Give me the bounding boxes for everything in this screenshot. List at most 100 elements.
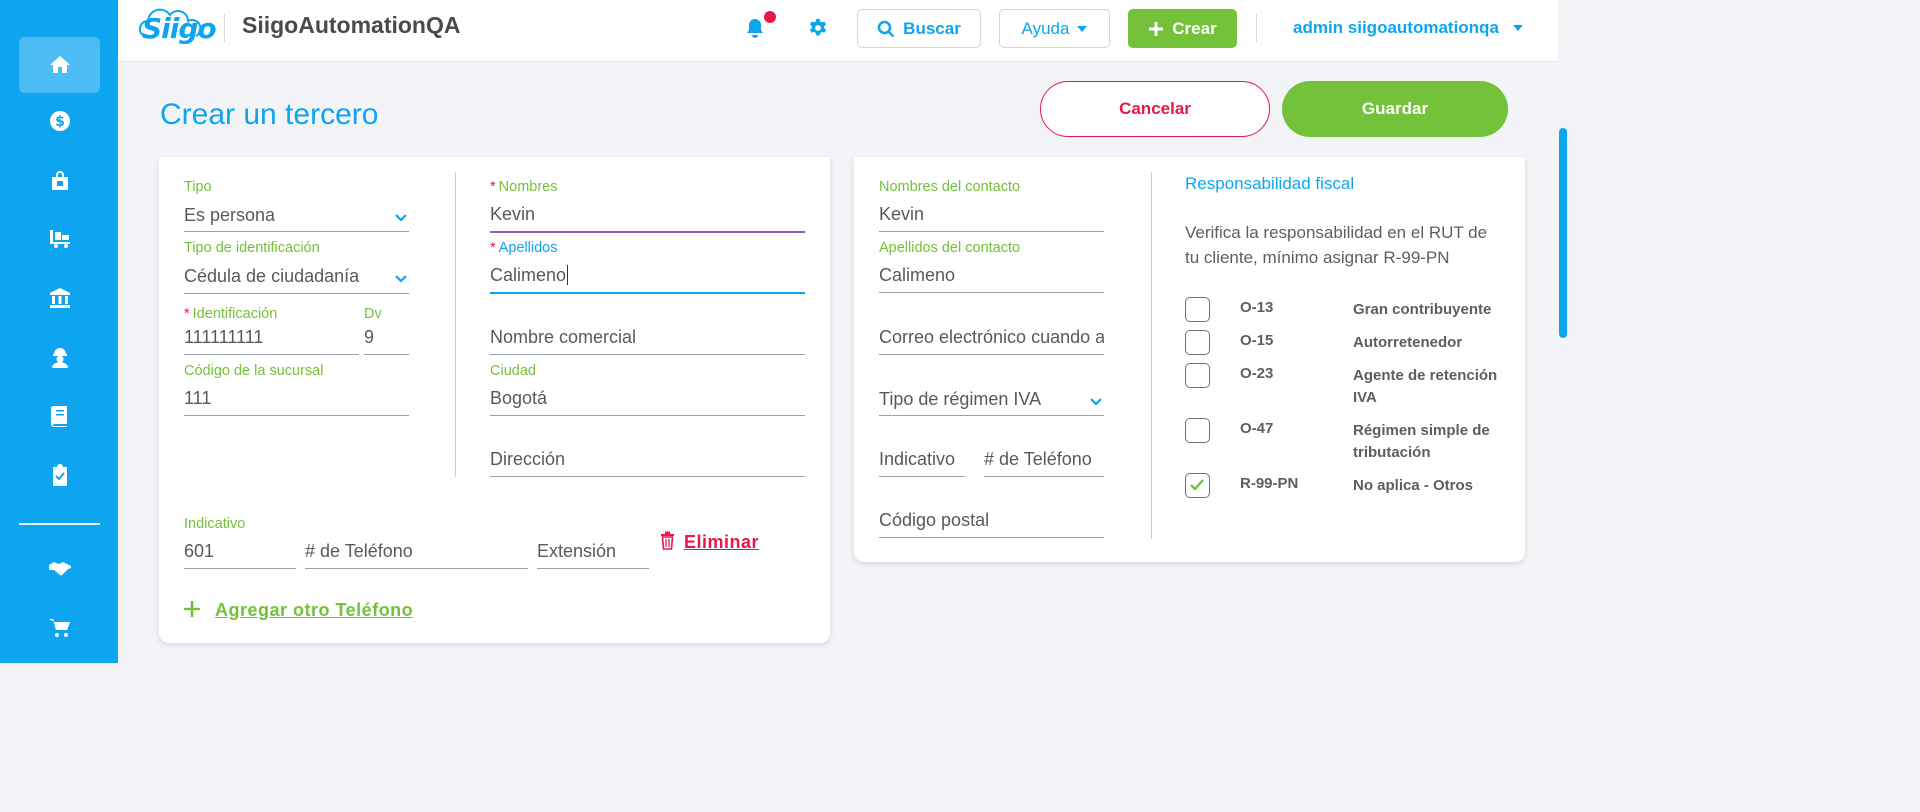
codigo-postal-input[interactable]: Código postal [879,510,989,531]
direccion-input[interactable]: Dirección [490,449,565,470]
search-button[interactable]: Buscar [857,9,981,48]
contacto-indicativo-input[interactable]: Indicativo [879,449,955,470]
contacto-apellidos-input[interactable]: Calimeno [879,265,955,286]
responsabilidad-name: Régimen simple de tributación [1353,422,1490,461]
codigo-sucursal-input[interactable]: 111 [184,388,211,409]
extension-input[interactable]: Extensión [537,541,616,562]
codigo-sucursal-underline [184,415,409,416]
chevron-down-icon[interactable] [395,273,407,285]
bank-icon [49,288,70,308]
user-menu[interactable]: admin siigoautomationqa [1293,18,1523,38]
header-separator-2 [1256,14,1257,42]
siigo-logo[interactable]: Siigo [142,12,217,45]
direccion-underline [490,476,805,477]
sidebar-item-employees[interactable] [19,330,100,386]
responsabilidad-item[interactable]: O-13 Gran contribuyente [1185,297,1515,327]
sidebar-item-home[interactable] [19,37,100,93]
responsabilidad-code: R-99-PN [1240,475,1299,492]
dollar-icon: $ [49,111,70,131]
header-separator [224,14,225,42]
contacto-telefono-input[interactable]: # de Teléfono [984,449,1092,470]
sidebar-item-purchases[interactable] [19,210,100,266]
page-title: Crear un tercero [160,98,379,131]
sidebar-item-store[interactable] [19,600,100,656]
trash-icon[interactable] [660,531,675,550]
responsabilidad-name: Agente de retención IVA [1353,367,1498,406]
sidebar-item-accounting[interactable] [19,388,100,444]
sidebar-divider [19,523,100,525]
checkbox[interactable] [1185,363,1210,388]
contacto-apellidos-label: Apellidos del contacto [879,240,1021,256]
book-icon [50,406,67,427]
dv-label: Dv [364,306,382,322]
create-button-label: Crear [1172,18,1217,38]
checkmark-icon [1190,479,1204,491]
agregar-telefono-link[interactable]: Agregar otro Teléfono [215,600,413,621]
checkbox[interactable] [1185,418,1210,443]
company-name: SiigoAutomationQA [242,12,461,38]
identificacion-label: * Identificación [184,306,278,322]
apellidos-underline [490,292,805,294]
contacto-nombres-input[interactable]: Kevin [879,204,924,225]
svg-text:$: $ [55,114,65,130]
checkbox[interactable] [1185,297,1210,322]
correo-underline [879,354,1104,355]
codigo-sucursal-label: Código de la sucursal [184,363,324,379]
identificacion-input[interactable]: 111111111 [184,327,263,348]
contacto-indicativo-underline [879,476,965,477]
responsabilidad-item[interactable]: R-99-PN No aplica - Otros [1185,473,1515,503]
apellidos-input[interactable]: Calimeno [490,265,569,286]
column-separator [455,172,456,477]
tipo-identificacion-select-value[interactable]: Cédula de ciudadanía [184,266,359,287]
user-menu-label: admin siigoautomationqa [1293,18,1499,37]
sidebar-item-partners[interactable] [19,540,100,596]
regimen-iva-select[interactable]: Tipo de régimen IVA [879,389,1041,410]
nombres-label: * Nombres [490,179,558,195]
cancel-button[interactable]: Cancelar [1040,81,1270,137]
tipo-select-value[interactable]: Es persona [184,205,275,226]
contacto-nombres-label: Nombres del contacto [879,179,1021,195]
responsabilidad-item[interactable]: O-23 Agente de retención IVA [1185,363,1515,406]
eliminar-telefono-link[interactable]: Eliminar [684,532,759,553]
dv-input[interactable]: 9 [364,327,374,348]
sidebar-item-finance[interactable]: $ [19,93,100,149]
checkbox[interactable] [1185,330,1210,355]
sidebar-item-sales[interactable] [19,153,100,209]
search-icon [877,20,895,37]
plus-icon [1149,21,1164,36]
chevron-down-icon[interactable] [395,212,407,224]
worker-icon [51,348,68,368]
clipboard-check-icon [52,464,67,486]
help-dropdown[interactable]: Ayuda [999,9,1110,48]
responsabilidad-name: Autorretenedor [1353,334,1463,351]
search-button-label: Buscar [903,18,961,38]
responsabilidad-fiscal-description: Verifica la responsabilidad en el RUT de… [1185,223,1488,267]
ciudad-label: Ciudad [490,363,536,379]
notification-badge [764,11,776,23]
gear-icon[interactable] [808,18,828,38]
nombre-comercial-input[interactable]: Nombre comercial [490,327,636,348]
telefono-input[interactable]: # de Teléfono [305,541,413,562]
ciudad-input[interactable]: Bogotá [490,388,547,409]
sidebar-item-tasks[interactable] [19,447,100,503]
responsabilidad-item[interactable]: O-47 Régimen simple de tributación [1185,418,1515,461]
scrollbar-thumb[interactable] [1559,128,1567,338]
apellidos-label: * Apellidos [490,240,558,256]
checkbox-checked[interactable] [1185,473,1210,498]
responsabilidad-code: O-23 [1240,365,1274,382]
bell-icon[interactable] [745,17,765,39]
chevron-down-icon[interactable] [1090,396,1102,408]
codigo-postal-underline [879,537,1104,538]
save-button[interactable]: Guardar [1282,81,1508,137]
correo-input[interactable]: Correo electrónico cuando a [879,327,1104,348]
responsabilidad-item[interactable]: O-15 Autorretenedor [1185,330,1515,360]
indicativo-input[interactable]: 601 [184,541,214,562]
indicativo-underline [184,568,296,569]
dv-underline [364,354,409,355]
top-header: Siigo SiigoAutomationQA Buscar Ayuda Cre… [118,0,1558,62]
caret-down-icon [1512,25,1523,31]
sidebar-item-bank[interactable] [19,270,100,326]
nombres-input[interactable]: Kevin [490,204,535,225]
plus-icon[interactable] [183,600,201,618]
create-button[interactable]: Crear [1128,9,1237,48]
